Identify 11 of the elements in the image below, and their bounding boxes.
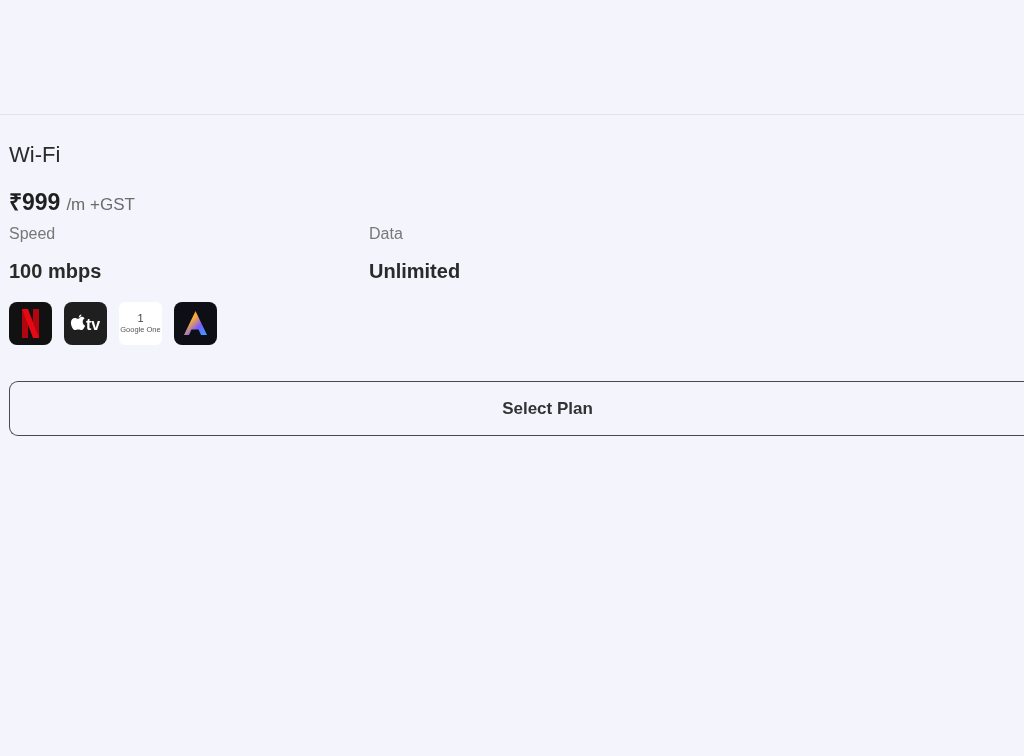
plan-price: ₹999 [9, 189, 61, 216]
n-logo-icon [9, 302, 52, 345]
spec-label: Data [369, 224, 403, 244]
spec-label: Speed [9, 224, 56, 244]
spec-value: 100 mbps [9, 259, 102, 283]
tv-logo-icon: tv [64, 302, 107, 345]
select-plan-button[interactable]: Select Plan [9, 381, 1024, 436]
price-suffix: /m +GST [66, 195, 135, 215]
a-logo-icon [174, 302, 217, 345]
plan-title: Wi-Fi [9, 142, 61, 168]
spec-value: Unlimited [369, 259, 461, 283]
